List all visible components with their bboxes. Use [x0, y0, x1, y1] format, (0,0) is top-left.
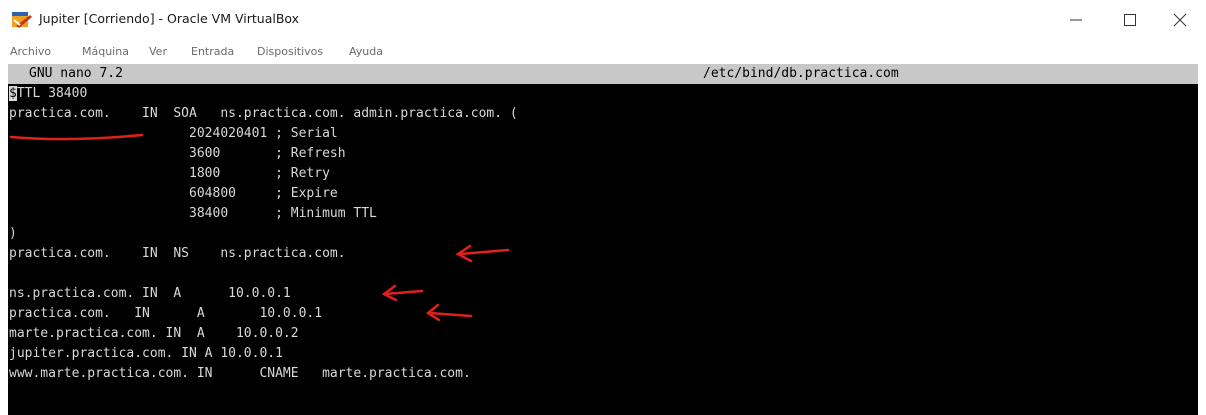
vm-screen[interactable]: GNU nano 7.2 /etc/bind/db.practica.com $…	[8, 64, 1198, 415]
virtualbox-window: Jupiter [Corriendo] - Oracle VM VirtualB…	[0, 0, 1206, 415]
minimize-icon	[1070, 19, 1082, 21]
menu-entrada[interactable]: Entrada	[191, 45, 234, 58]
arrow-annotation	[455, 244, 510, 263]
maximize-button[interactable]	[1110, 0, 1150, 40]
arrow-annotation	[381, 284, 424, 302]
menu-maquina[interactable]: Máquina	[82, 45, 129, 58]
arrow-annotation	[425, 303, 473, 322]
virtualbox-icon	[12, 12, 32, 28]
underline-annotation	[9, 133, 144, 141]
menu-ver[interactable]: Ver	[149, 45, 167, 58]
menu-dispositivos[interactable]: Dispositivos	[257, 45, 323, 58]
title-bar[interactable]: Jupiter [Corriendo] - Oracle VM VirtualB…	[0, 0, 1206, 40]
window-title: Jupiter [Corriendo] - Oracle VM VirtualB…	[39, 11, 300, 26]
close-icon	[1173, 13, 1187, 27]
close-button[interactable]	[1160, 0, 1200, 40]
menu-archivo[interactable]: Archivo	[10, 45, 51, 58]
menu-bar: Archivo Máquina Ver Entrada Dispositivos…	[0, 41, 1206, 63]
menu-ayuda[interactable]: Ayuda	[349, 45, 383, 58]
red-annotations	[9, 133, 510, 322]
minimize-button[interactable]	[1056, 0, 1096, 40]
maximize-icon	[1124, 14, 1136, 26]
